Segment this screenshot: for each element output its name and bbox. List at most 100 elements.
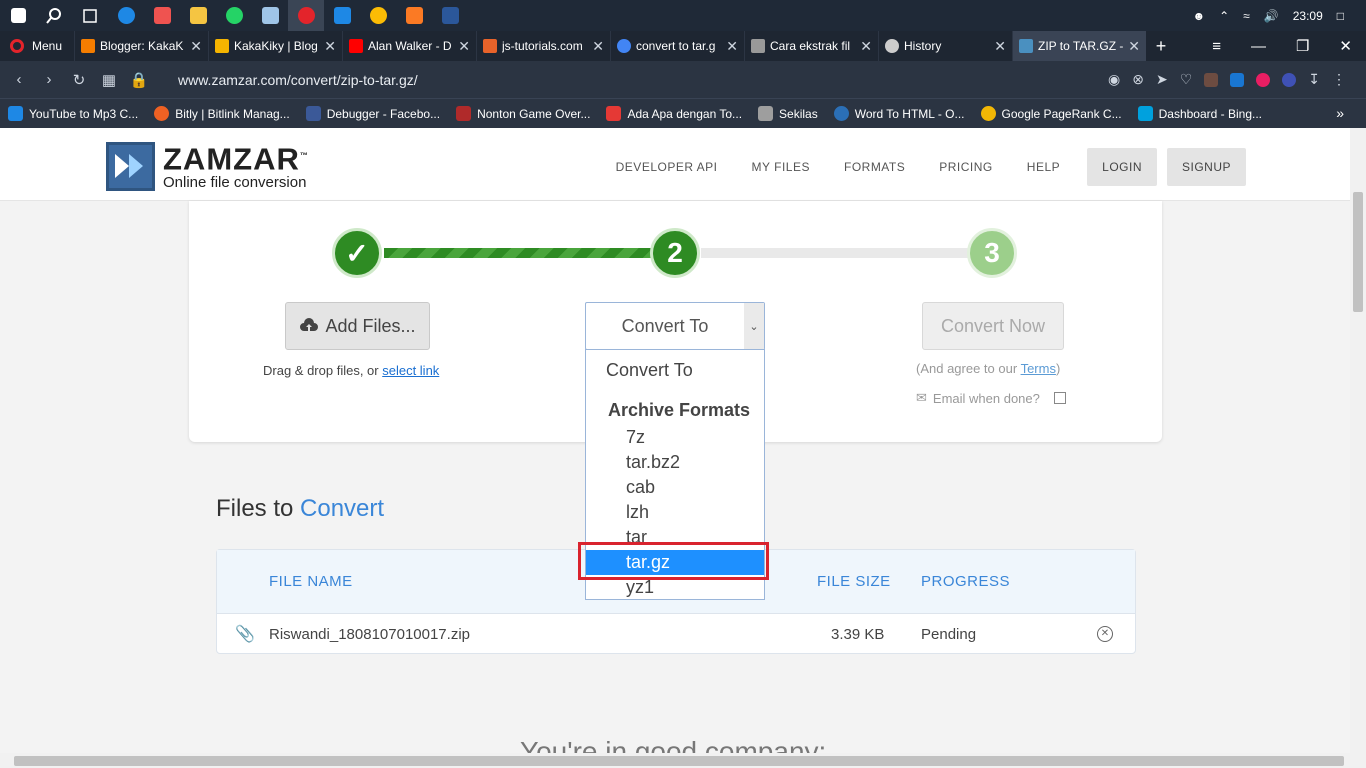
more-menu-icon[interactable]: ⋮ [1332, 71, 1346, 88]
close-icon[interactable]: ✕ [592, 38, 604, 55]
tab-history[interactable]: History ✕ [878, 31, 1012, 61]
nav-pricing[interactable]: PRICING [939, 160, 993, 174]
close-icon[interactable]: ✕ [994, 38, 1006, 55]
cloud-download-icon [8, 106, 23, 121]
option-cab[interactable]: cab [586, 475, 764, 500]
opera-icon[interactable] [288, 0, 324, 31]
notification-icon[interactable]: □ [1337, 9, 1344, 23]
url-field[interactable]: www.zamzar.com/convert/zip-to-tar.gz/ [178, 72, 418, 88]
extension-icon[interactable] [1204, 72, 1219, 87]
dropdown-group-archive: Archive Formats [608, 400, 751, 420]
windows-start-icon[interactable] [0, 0, 36, 31]
new-tab-icon[interactable]: + [1146, 36, 1176, 57]
convert-now-button[interactable]: Convert Now [922, 302, 1064, 350]
edge-icon[interactable] [108, 0, 144, 31]
download-icon[interactable]: ↧ [1308, 71, 1320, 88]
file-explorer-icon[interactable] [180, 0, 216, 31]
tab-youtube[interactable]: Alan Walker - D ✕ [342, 31, 476, 61]
zamzar-logo-icon [106, 141, 155, 191]
whatsapp-icon[interactable] [216, 0, 252, 31]
bookmark-fb-debugger[interactable]: Debugger - Facebo... [298, 99, 448, 129]
horizontal-scrollbar[interactable] [0, 753, 1366, 768]
tab-js-tutorials[interactable]: js-tutorials.com ✕ [476, 31, 610, 61]
volume-icon[interactable]: 🔊 [1264, 9, 1279, 23]
search-icon[interactable] [36, 0, 72, 31]
nonton-icon [456, 106, 472, 121]
close-icon[interactable]: ✕ [458, 38, 470, 55]
send-icon[interactable]: ➤ [1156, 71, 1168, 88]
color-picker-icon[interactable] [1256, 72, 1271, 87]
block-icon[interactable]: ⊗ [1132, 71, 1144, 88]
remove-file-icon[interactable]: ✕ [1097, 626, 1113, 642]
table-row: 📎 Riswandi_1808107010017.zip 3.39 KB Pen… [217, 613, 1135, 654]
restore-icon[interactable]: ❐ [1296, 37, 1309, 55]
bookmark-bing-dashboard[interactable]: Dashboard - Bing... [1130, 99, 1270, 129]
tab-zamzar[interactable]: ZIP to TAR.GZ - ✕ [1012, 31, 1146, 61]
add-files-button[interactable]: Add Files... [285, 302, 430, 350]
bookmarks-more-icon[interactable]: » [1336, 105, 1344, 121]
chevron-up-icon[interactable]: ⌃ [1219, 9, 1229, 23]
nav-developer-api[interactable]: DEVELOPER API [616, 160, 718, 174]
notepad-icon[interactable] [252, 0, 288, 31]
convert-to-select[interactable]: Convert To ⌄ [585, 302, 765, 350]
nav-formats[interactable]: FORMATS [844, 160, 905, 174]
close-icon[interactable]: ✕ [1128, 38, 1140, 55]
xampp-icon[interactable] [396, 0, 432, 31]
wifi-icon[interactable]: ≈ [1243, 9, 1250, 23]
bookmarks-bar: YouTube to Mp3 C... Bitly | Bitlink Mana… [0, 98, 1366, 128]
option-lzh[interactable]: lzh [586, 500, 764, 525]
windows-taskbar: ☻ ⌃ ≈ 🔊 23:09 □ [0, 0, 1366, 31]
car-icon [758, 106, 774, 121]
bookmark-word-to-html[interactable]: Word To HTML - O... [826, 99, 973, 129]
bookmark-youtube-mp3[interactable]: YouTube to Mp3 C... [0, 99, 146, 129]
bookmark-nonton[interactable]: Nonton Game Over... [448, 99, 598, 129]
email-checkbox[interactable] [1053, 392, 1066, 404]
forward-icon[interactable]: › [34, 71, 64, 88]
bookmark-ada-apa[interactable]: Ada Apa dengan To... [598, 99, 750, 129]
people-icon[interactable]: ☻ [1192, 9, 1205, 23]
tab-blogger[interactable]: Blogger: KakaK ✕ [74, 31, 208, 61]
close-icon[interactable]: ✕ [324, 38, 336, 55]
tab-kakakiky[interactable]: KakaKiky | Blog ✕ [208, 31, 342, 61]
vertical-scrollbar-thumb[interactable] [1353, 192, 1363, 312]
option-tar-bz2[interactable]: tar.bz2 [586, 450, 764, 475]
tab-google-search[interactable]: convert to tar.g ✕ [610, 31, 744, 61]
close-icon[interactable]: ✕ [726, 38, 738, 55]
reload-icon[interactable]: ↻ [64, 71, 94, 89]
terms-link[interactable]: Terms [1021, 361, 1056, 376]
vertical-scrollbar[interactable] [1350, 128, 1366, 753]
vscode-icon[interactable] [324, 0, 360, 31]
word-icon[interactable] [432, 0, 468, 31]
login-button[interactable]: LOGIN [1087, 148, 1157, 186]
select-link[interactable]: select link [382, 363, 439, 378]
ada-apa-icon [606, 106, 622, 121]
bookmark-sekilas[interactable]: Sekilas [750, 99, 826, 129]
horizontal-scrollbar-thumb[interactable] [14, 756, 1344, 766]
signup-button[interactable]: SIGNUP [1166, 148, 1246, 186]
dropdown-header[interactable]: Convert To [586, 350, 764, 390]
option-7z[interactable]: 7z [586, 425, 764, 450]
app-red-icon[interactable] [144, 0, 180, 31]
zamzar-logo[interactable]: ZAMZAR™ Online file conversion [106, 141, 309, 191]
close-icon[interactable]: ✕ [860, 38, 872, 55]
nav-help[interactable]: HELP [1027, 160, 1060, 174]
close-icon[interactable]: ✕ [190, 38, 202, 55]
convert-to-value: Convert To [621, 315, 709, 336]
minimize-icon[interactable]: — [1251, 38, 1266, 55]
window-close-icon[interactable]: ✕ [1339, 37, 1352, 55]
heart-icon[interactable]: ♡ [1180, 71, 1193, 88]
tab-menu-icon[interactable]: ≡ [1212, 38, 1221, 55]
camera-icon[interactable]: ◉ [1108, 71, 1120, 88]
clock-time[interactable]: 23:09 [1293, 9, 1323, 23]
task-view-icon[interactable] [72, 0, 108, 31]
back-icon[interactable]: ‹ [4, 71, 34, 88]
bookmark-bitly[interactable]: Bitly | Bitlink Manag... [146, 99, 298, 129]
tabs-grid-icon[interactable]: ▦ [94, 71, 124, 89]
nav-my-files[interactable]: MY FILES [752, 160, 810, 174]
opera-menu-button[interactable]: Menu [0, 31, 74, 61]
translate-icon[interactable] [1230, 72, 1245, 87]
vpn-icon[interactable] [1282, 72, 1297, 87]
tab-cara-ekstrak[interactable]: Cara ekstrak fil ✕ [744, 31, 878, 61]
bookmark-pagerank[interactable]: Google PageRank C... [973, 99, 1130, 129]
chrome-icon[interactable] [360, 0, 396, 31]
